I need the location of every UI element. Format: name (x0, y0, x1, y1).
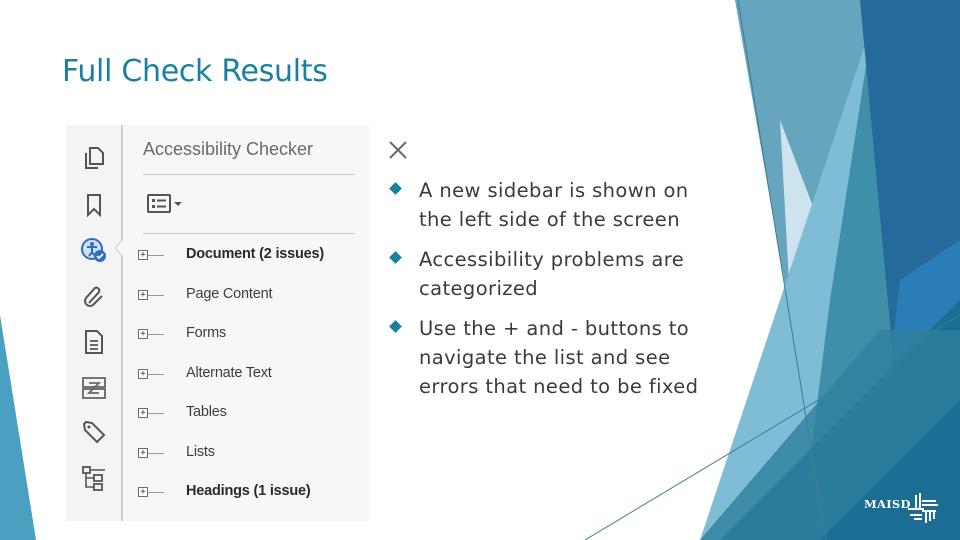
tree-item-lists[interactable]: + Lists (138, 444, 363, 464)
expand-button[interactable]: + (138, 369, 148, 379)
structure-tree-icon[interactable] (81, 465, 107, 491)
tree-connector (148, 413, 164, 414)
tree-item-label: Alternate Text (186, 365, 272, 381)
diamond-bullet-icon (389, 251, 402, 264)
tree-item-label: Tables (186, 404, 227, 420)
diamond-bullet-icon (389, 320, 402, 333)
bg-left-triangle (0, 315, 36, 540)
logo-text: MAISD (864, 497, 911, 511)
tree-item-label: Document (2 issues) (186, 246, 325, 262)
bullet-item: A new sidebar is shown on the left side … (388, 176, 728, 234)
accessibility-checker-pane: Accessibility Checker + Document (2 issu… (123, 125, 407, 521)
tree-item-page-content[interactable]: + Page Content (138, 286, 363, 306)
diamond-bullet-icon (389, 182, 402, 195)
tree-item-label: Page Content (186, 286, 273, 302)
slide-title: Full Check Results (62, 54, 328, 89)
bookmark-icon[interactable] (81, 192, 107, 218)
expand-button[interactable]: + (138, 329, 148, 339)
expand-button[interactable]: + (138, 290, 148, 300)
divider (143, 233, 355, 234)
options-menu-button[interactable] (147, 193, 187, 215)
accessibility-icon[interactable] (81, 237, 107, 263)
tree-item-headings[interactable]: + Headings (1 issue) (138, 483, 363, 503)
bullet-text: Use the + and - buttons to navigate the … (419, 317, 699, 398)
accessibility-checker-screenshot: Accessibility Checker + Document (2 issu… (66, 125, 407, 521)
bullet-text: A new sidebar is shown on the left side … (419, 179, 689, 231)
close-icon[interactable] (387, 139, 409, 161)
tree-item-label: Headings (1 issue) (186, 483, 311, 499)
content-order-icon[interactable] (81, 375, 107, 401)
tree-connector (148, 334, 164, 335)
attachment-icon[interactable] (81, 283, 107, 309)
bullet-text: Accessibility problems are categorized (419, 248, 685, 300)
tree-connector (148, 453, 164, 454)
pages-icon[interactable] (81, 145, 107, 171)
expand-button[interactable]: + (138, 408, 148, 418)
tags-icon[interactable] (81, 420, 107, 446)
tree-item-alternate-text[interactable]: + Alternate Text (138, 365, 363, 385)
bullet-item: Accessibility problems are categorized (388, 245, 728, 303)
logo-mark-icon (908, 493, 938, 523)
bullet-list: A new sidebar is shown on the left side … (388, 176, 728, 412)
tree-item-label: Lists (186, 444, 215, 460)
bullet-item: Use the + and - buttons to navigate the … (388, 314, 728, 401)
tree-item-tables[interactable]: + Tables (138, 404, 363, 424)
tree-connector (148, 295, 164, 296)
expand-button[interactable]: + (138, 448, 148, 458)
tree-connector (148, 255, 164, 256)
expand-button[interactable]: + (138, 250, 148, 260)
options-menu-icon (147, 194, 182, 213)
tree-item-forms[interactable]: + Forms (138, 325, 363, 345)
panel-title: Accessibility Checker (143, 139, 314, 159)
expand-button[interactable]: + (138, 487, 148, 497)
tree-item-document[interactable]: + Document (2 issues) (138, 246, 363, 266)
navigation-rail (66, 125, 123, 521)
tree-item-label: Forms (186, 325, 227, 341)
document-properties-icon[interactable] (81, 329, 107, 355)
tree-connector (148, 492, 164, 493)
divider (143, 174, 355, 175)
tree-connector (148, 374, 164, 375)
